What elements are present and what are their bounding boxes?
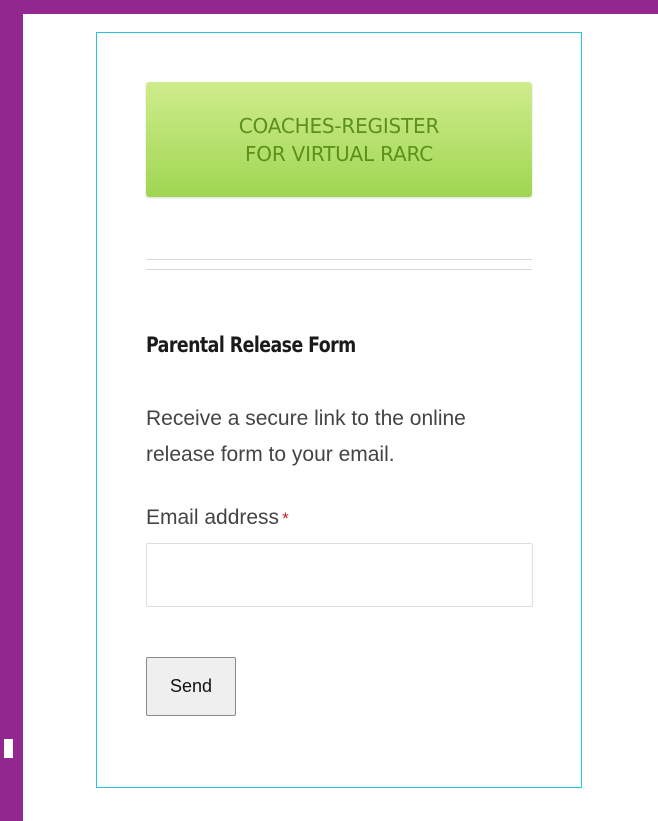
divider-top (146, 259, 532, 260)
send-button[interactable]: Send (146, 657, 236, 716)
coaches-register-button[interactable]: COACHES-REGISTER FOR VIRTUAL RARC (146, 82, 532, 197)
form-title: Parental Release Form (146, 333, 356, 357)
register-button-line1: COACHES-REGISTER (238, 113, 440, 138)
email-label-text: Email address (146, 506, 280, 529)
form-description: Receive a secure link to the online rele… (146, 407, 466, 466)
required-marker: * (282, 509, 289, 528)
side-strip-marker (4, 739, 13, 758)
divider-bottom (146, 269, 532, 270)
email-input[interactable] (146, 543, 533, 607)
release-form-widget: COACHES-REGISTER FOR VIRTUAL RARC Parent… (96, 32, 582, 788)
email-label: Email address * (146, 506, 289, 530)
purple-side-strip (0, 0, 23, 821)
purple-header-strip (0, 0, 658, 14)
register-button-line2: FOR VIRTUAL RARC (244, 141, 433, 166)
